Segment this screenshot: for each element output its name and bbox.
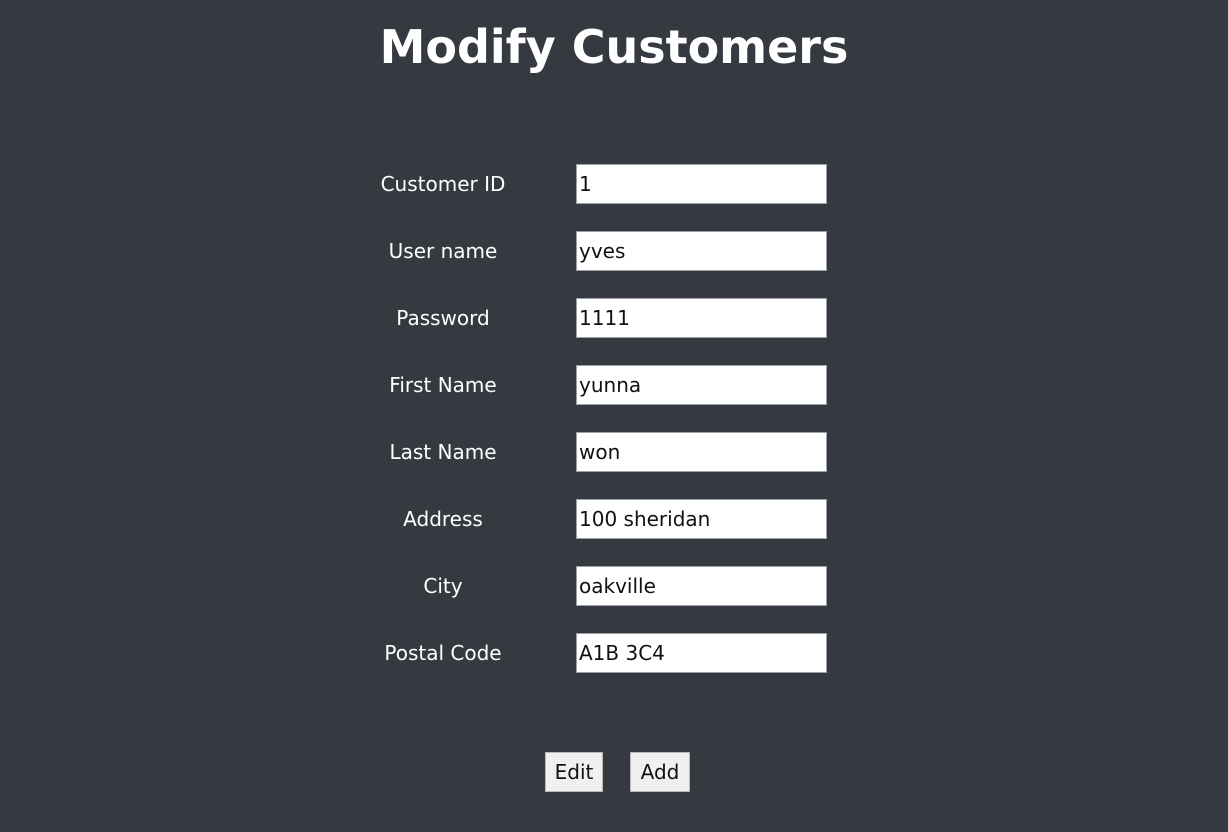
user-name-label: User name xyxy=(388,239,498,263)
form-row-postal-code: Postal Code xyxy=(0,633,1228,673)
add-button[interactable]: Add xyxy=(630,752,690,792)
first-name-input[interactable] xyxy=(576,365,827,405)
address-label: Address xyxy=(403,507,483,531)
last-name-input[interactable] xyxy=(576,432,827,472)
last-name-label: Last Name xyxy=(389,440,497,464)
password-input[interactable] xyxy=(576,298,827,338)
form-row-user-name: User name xyxy=(0,231,1228,271)
city-label: City xyxy=(423,574,463,598)
edit-button[interactable]: Edit xyxy=(545,752,603,792)
postal-code-input[interactable] xyxy=(576,633,827,673)
form-row-customer-id: Customer ID xyxy=(0,164,1228,204)
customer-id-label: Customer ID xyxy=(380,172,506,196)
form-row-address: Address xyxy=(0,499,1228,539)
form-row-first-name: First Name xyxy=(0,365,1228,405)
form-row-last-name: Last Name xyxy=(0,432,1228,472)
password-label: Password xyxy=(396,306,490,330)
city-input[interactable] xyxy=(576,566,827,606)
address-input[interactable] xyxy=(576,499,827,539)
page-title: Modify Customers xyxy=(379,20,849,74)
postal-code-label: Postal Code xyxy=(384,641,502,665)
first-name-label: First Name xyxy=(389,373,497,397)
form-row-city: City xyxy=(0,566,1228,606)
form-row-password: Password xyxy=(0,298,1228,338)
user-name-input[interactable] xyxy=(576,231,827,271)
customer-id-input[interactable] xyxy=(576,164,827,204)
